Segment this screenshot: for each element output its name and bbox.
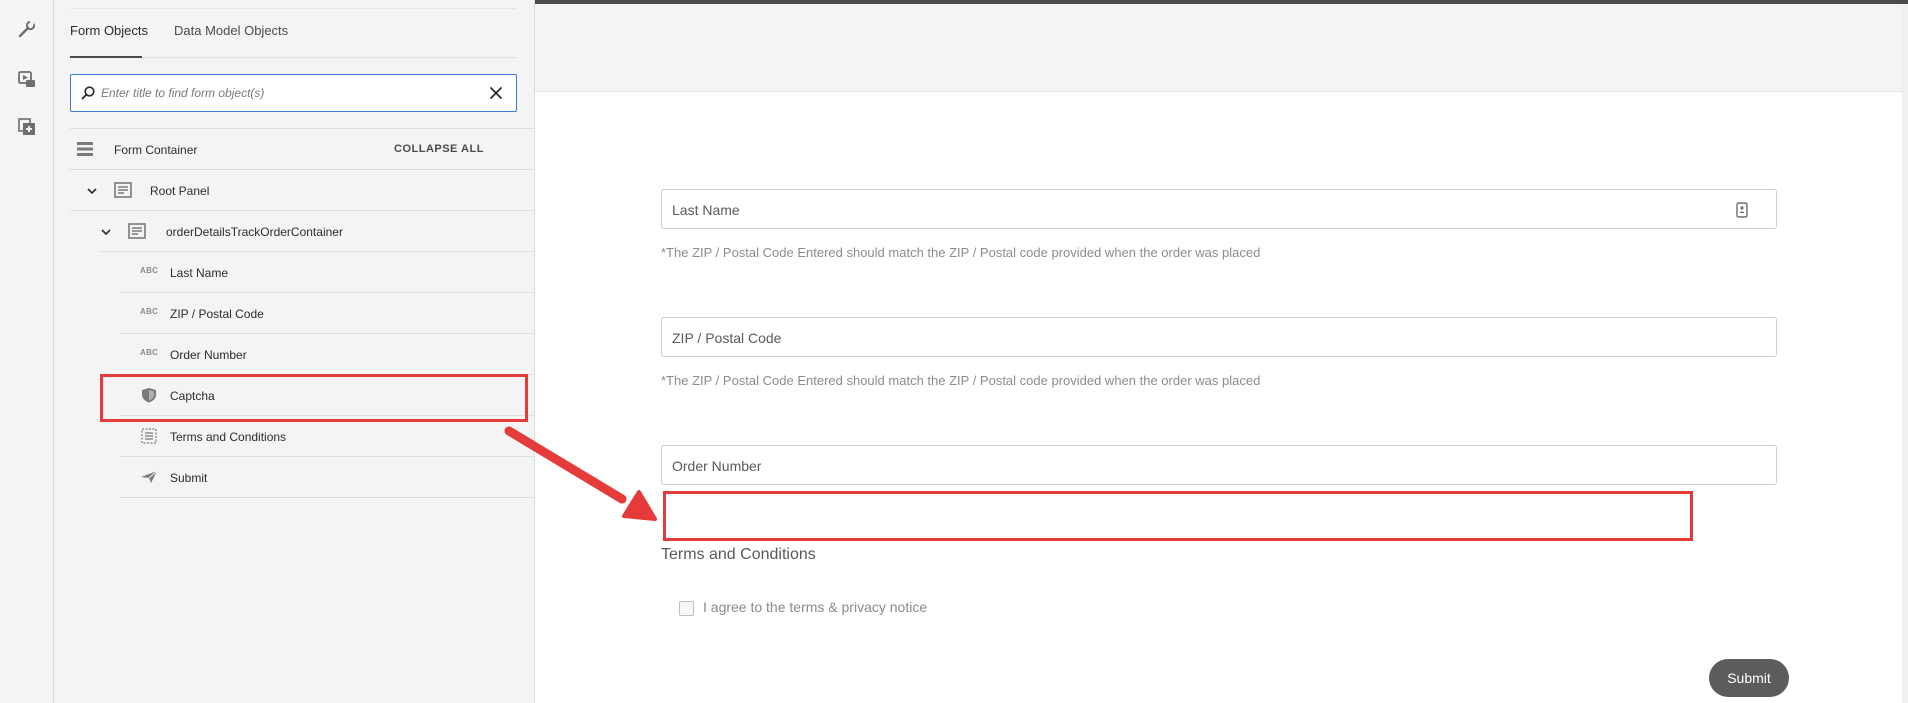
tree-item-label: ZIP / Postal Code bbox=[170, 307, 264, 321]
paper-plane-icon bbox=[140, 469, 158, 485]
abc-text-icon: ABC bbox=[140, 307, 159, 316]
last-name-field[interactable]: Last Name bbox=[661, 189, 1777, 229]
search-box bbox=[70, 74, 517, 112]
form-objects-panel: Form Objects Data Model Objects Form Con… bbox=[54, 0, 535, 703]
tab-data-model-objects[interactable]: Data Model Objects bbox=[174, 23, 288, 38]
field-label: Order Number bbox=[672, 458, 762, 474]
panel-tabs: Form Objects Data Model Objects bbox=[70, 8, 516, 58]
terms-icon bbox=[140, 428, 158, 444]
canvas-header bbox=[535, 4, 1908, 92]
search-icon bbox=[80, 85, 96, 101]
clear-search-icon[interactable] bbox=[489, 86, 503, 100]
field-label: ZIP / Postal Code bbox=[672, 330, 782, 346]
tree-item-submit[interactable]: Submit bbox=[120, 457, 535, 498]
wrench-icon[interactable] bbox=[14, 16, 40, 42]
tree-item-root-panel[interactable]: Root Panel bbox=[70, 170, 535, 211]
active-tab-indicator bbox=[70, 56, 142, 58]
abc-text-icon: ABC bbox=[140, 348, 159, 357]
form-container-icon bbox=[76, 141, 94, 157]
chevron-down-icon[interactable] bbox=[100, 225, 112, 237]
abc-text-icon: ABC bbox=[140, 266, 159, 275]
panel-icon bbox=[114, 182, 132, 198]
tree-item-label: orderDetailsTrackOrderContainer bbox=[166, 225, 343, 239]
chevron-down-icon[interactable] bbox=[86, 184, 98, 196]
tree-item-order-details-container[interactable]: orderDetailsTrackOrderContainer bbox=[100, 211, 535, 252]
tree-item-label: Last Name bbox=[170, 266, 229, 280]
tree-item-last-name[interactable]: ABC Last Name bbox=[120, 252, 535, 293]
tree-item-label: Order Number bbox=[170, 348, 247, 362]
agree-checkbox[interactable] bbox=[679, 601, 694, 616]
add-page-icon[interactable] bbox=[14, 114, 40, 140]
agree-checkbox-label[interactable]: I agree to the terms & privacy notice bbox=[703, 599, 927, 615]
zip-postal-code-field[interactable]: ZIP / Postal Code bbox=[661, 317, 1777, 357]
tree-item-terms-and-conditions[interactable]: Terms and Conditions bbox=[120, 416, 535, 457]
canvas-scrollbar[interactable] bbox=[1902, 4, 1908, 703]
submit-button[interactable]: Submit bbox=[1709, 659, 1789, 697]
terms-and-conditions-title: Terms and Conditions bbox=[661, 546, 816, 563]
form-container-row[interactable]: Form Container COLLAPSE ALL bbox=[70, 128, 535, 170]
panel-icon bbox=[128, 223, 146, 239]
search-input[interactable] bbox=[101, 83, 471, 103]
order-number-field[interactable]: Order Number bbox=[661, 445, 1777, 485]
tree-item-label: Terms and Conditions bbox=[170, 430, 287, 444]
tree-item-order-number[interactable]: ABC Order Number bbox=[120, 334, 535, 375]
tab-form-objects[interactable]: Form Objects bbox=[70, 23, 148, 38]
form-container-label: Form Container bbox=[114, 143, 198, 157]
tool-rail bbox=[0, 0, 54, 703]
tab-label: Data Model Objects bbox=[174, 23, 289, 38]
zip-help-text: *The ZIP / Postal Code Entered should ma… bbox=[661, 373, 1261, 388]
tab-label: Form Objects bbox=[70, 23, 149, 38]
captcha-placeholder-annotation bbox=[663, 491, 1693, 541]
tree-item-label: Root Panel bbox=[150, 184, 210, 198]
collapse-all-button[interactable]: COLLAPSE ALL bbox=[394, 143, 484, 155]
app-root: Form Objects Data Model Objects Form Con… bbox=[0, 0, 1908, 703]
tree-item-label: Submit bbox=[170, 471, 208, 485]
tree-item-zip-postal-code[interactable]: ABC ZIP / Postal Code bbox=[120, 293, 535, 334]
last-name-help-text: *The ZIP / Postal Code Entered should ma… bbox=[661, 245, 1261, 260]
media-icon[interactable] bbox=[14, 66, 40, 92]
field-label: Last Name bbox=[672, 202, 740, 218]
contact-card-icon bbox=[1736, 202, 1748, 218]
captcha-highlight-annotation bbox=[100, 374, 528, 422]
